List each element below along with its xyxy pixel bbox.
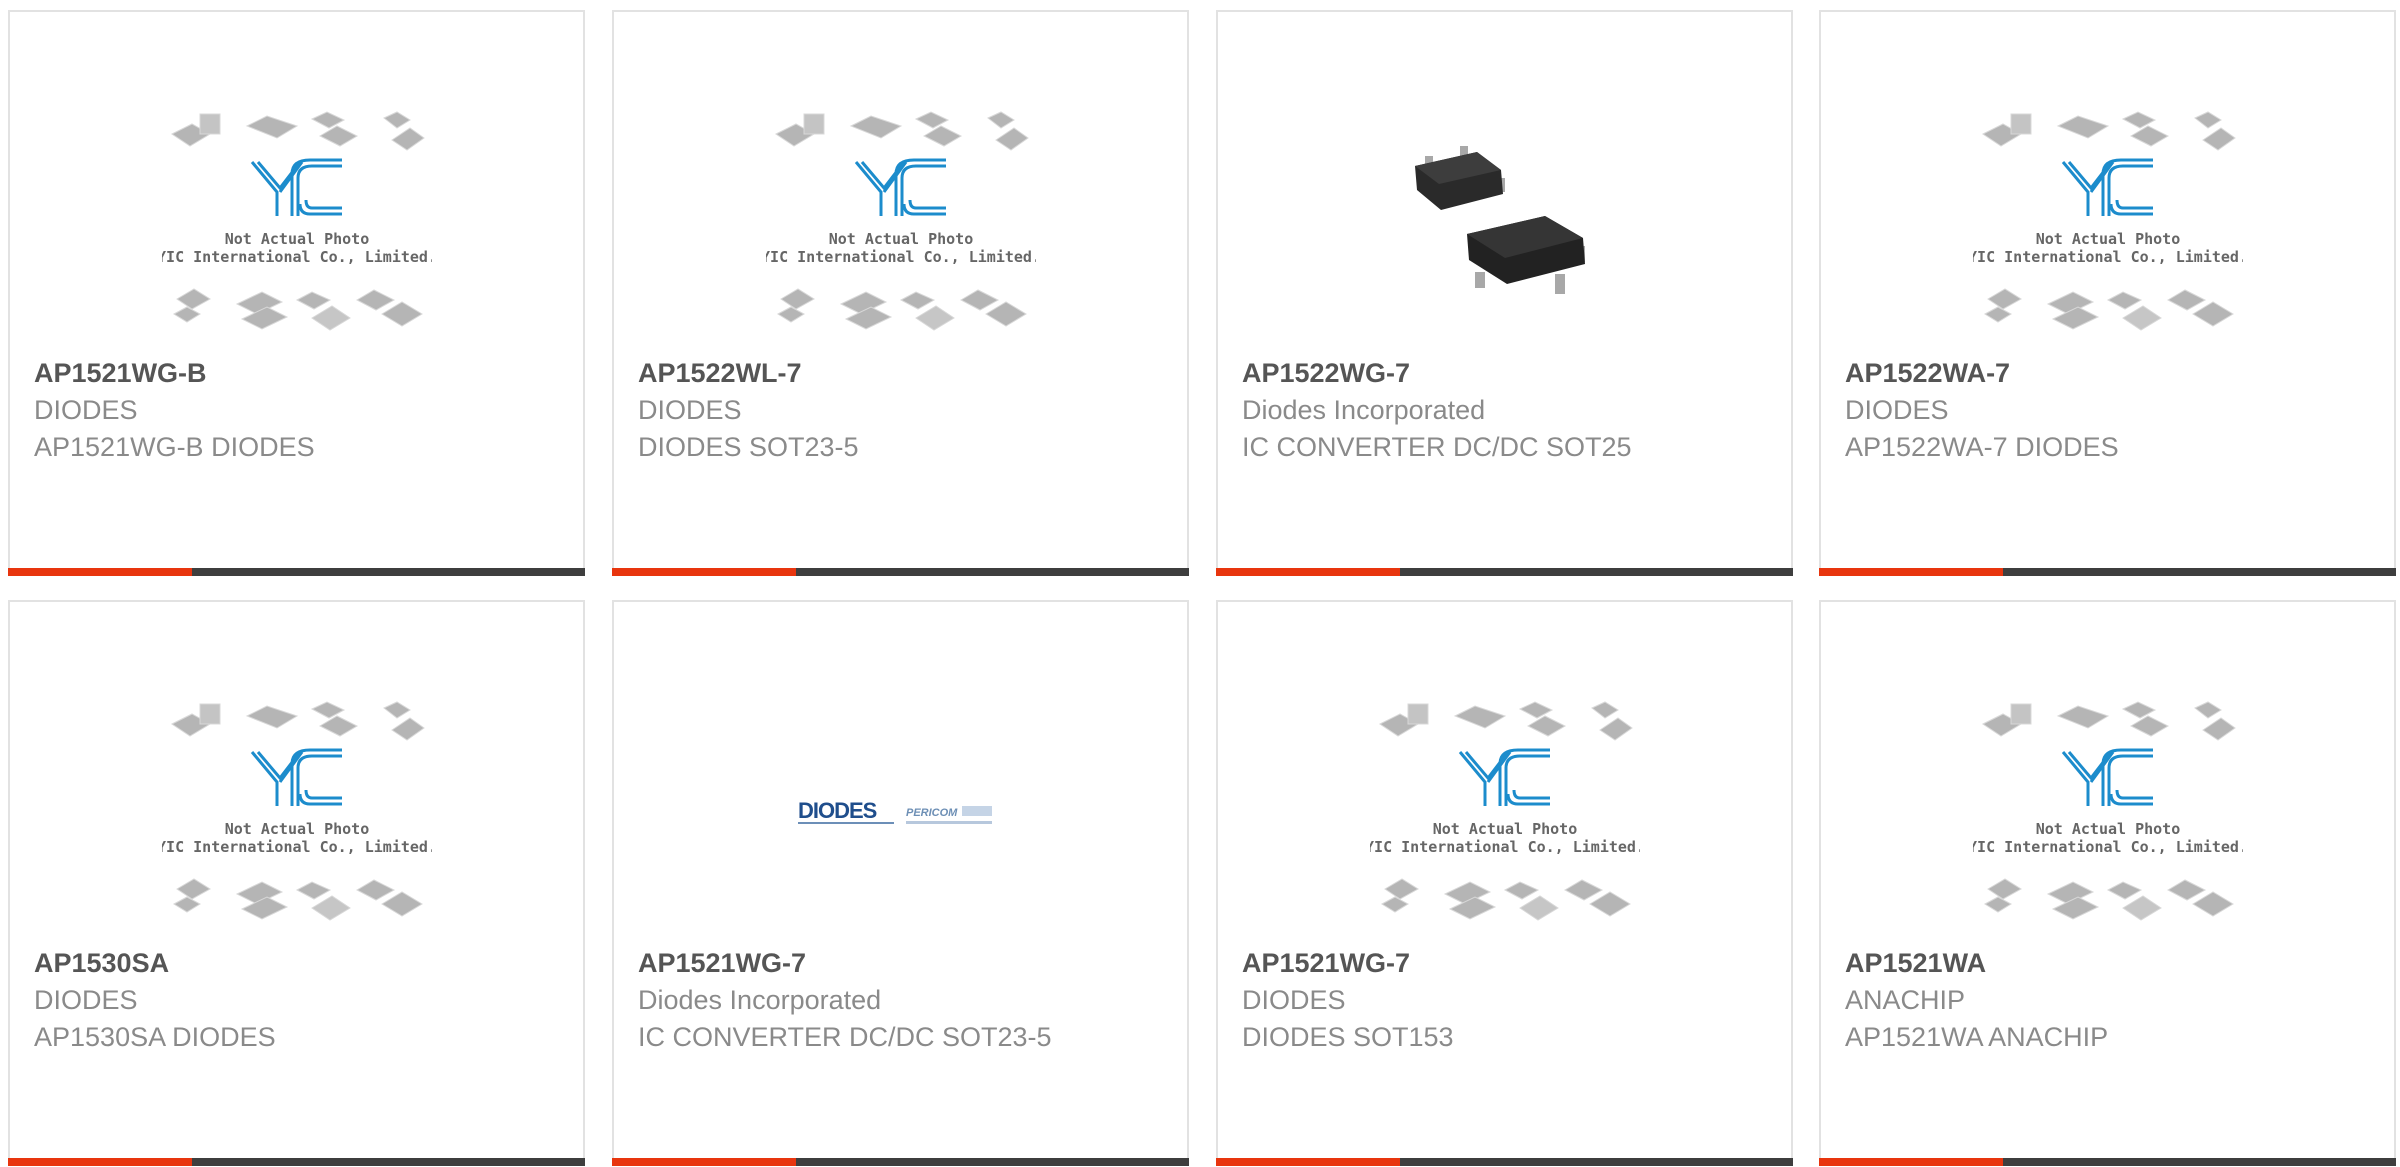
product-info: AP1522WA-7 DIODES AP1522WA-7 DIODES	[1845, 355, 2265, 466]
description: IC CONVERTER DC/DC SOT25	[1242, 432, 1632, 462]
product-card[interactable]: Not Actual Photo YIC International Co., …	[1216, 600, 1793, 1166]
product-info: AP1521WG-7 Diodes Incorporated IC CONVER…	[638, 945, 1058, 1056]
card-footer-bar	[8, 568, 585, 576]
placeholder-line2: YIC International Co., Limited.	[1370, 838, 1640, 856]
placeholder-line2: YIC International Co., Limited.	[162, 838, 432, 856]
placeholder-line2: YIC International Co., Limited.	[1973, 838, 2243, 856]
product-image[interactable]	[1218, 88, 1791, 360]
product-info: AP1521WA ANACHIP AP1521WA ANACHIP	[1845, 945, 2265, 1056]
placeholder-line1: Not Actual Photo	[1432, 820, 1577, 838]
part-number[interactable]: AP1521WG-B	[34, 355, 454, 392]
product-image[interactable]: Not Actual Photo YIC International Co., …	[1821, 88, 2394, 360]
diodes-logo-text: DIODES	[798, 798, 877, 823]
manufacturer: DIODES	[34, 395, 138, 425]
manufacturer: DIODES	[1845, 395, 1949, 425]
part-number[interactable]: AP1522WA-7	[1845, 355, 2265, 392]
card-footer-bar	[1216, 568, 1793, 576]
product-card[interactable]: Not Actual Photo YIC International Co., …	[612, 10, 1189, 576]
placeholder-line1: Not Actual Photo	[224, 820, 369, 838]
description: AP1522WA-7 DIODES	[1845, 432, 2119, 462]
card-footer-accent	[8, 568, 192, 576]
description: AP1521WG-B DIODES	[34, 432, 315, 462]
description: DIODES SOT23-5	[638, 432, 859, 462]
product-info: AP1530SA DIODES AP1530SA DIODES	[34, 945, 454, 1056]
product-card[interactable]: AP1522WG-7 Diodes Incorporated IC CONVER…	[1216, 10, 1793, 576]
product-image[interactable]: Not Actual Photo YIC International Co., …	[1218, 678, 1791, 950]
product-info: AP1521WG-B DIODES AP1521WG-B DIODES	[34, 355, 454, 466]
part-number[interactable]: AP1522WG-7	[1242, 355, 1662, 392]
sot25-package-photo	[1414, 146, 1585, 294]
product-image[interactable]: DIODES PERICOM	[614, 678, 1187, 950]
card-footer-bar	[8, 1158, 585, 1166]
description: IC CONVERTER DC/DC SOT23-5	[638, 1022, 1052, 1052]
placeholder-line2: YIC International Co., Limited.	[766, 248, 1036, 266]
part-number[interactable]: AP1522WL-7	[638, 355, 1058, 392]
product-card[interactable]: Not Actual Photo YIC International Co., …	[1819, 600, 2396, 1166]
part-number[interactable]: AP1521WG-7	[638, 945, 1058, 982]
card-footer-bar	[1216, 1158, 1793, 1166]
placeholder-line1: Not Actual Photo	[2035, 820, 2180, 838]
product-grid: Not Actual Photo YIC International Co., …	[0, 0, 2400, 1167]
manufacturer: Diodes Incorporated	[1242, 395, 1486, 425]
product-image[interactable]: Not Actual Photo YIC International Co., …	[10, 678, 583, 950]
manufacturer: DIODES	[1242, 985, 1346, 1015]
description: DIODES SOT153	[1242, 1022, 1454, 1052]
part-number[interactable]: AP1530SA	[34, 945, 454, 982]
product-image[interactable]: Not Actual Photo YIC International Co., …	[1821, 678, 2394, 950]
placeholder-line2: YIC International Co., Limited.	[162, 248, 432, 266]
placeholder-line2: YIC International Co., Limited.	[1973, 248, 2243, 266]
product-card[interactable]: Not Actual Photo YIC International Co., …	[1819, 10, 2396, 576]
manufacturer: Diodes Incorporated	[638, 985, 882, 1015]
card-footer-accent	[612, 1158, 796, 1166]
product-card[interactable]: DIODES PERICOM AP1521WG-7 Diodes Incorpo…	[612, 600, 1189, 1166]
card-footer-accent	[1819, 568, 2003, 576]
card-footer-bar	[1819, 568, 2396, 576]
card-footer-accent	[1216, 568, 1400, 576]
manufacturer: DIODES	[34, 985, 138, 1015]
card-footer-accent	[1819, 1158, 2003, 1166]
card-footer-accent	[612, 568, 796, 576]
product-info: AP1522WL-7 DIODES DIODES SOT23-5	[638, 355, 1058, 466]
placeholder-line1: Not Actual Photo	[224, 230, 369, 248]
placeholder-line1: Not Actual Photo	[828, 230, 973, 248]
manufacturer: DIODES	[638, 395, 742, 425]
card-footer-bar	[612, 568, 1189, 576]
part-number[interactable]: AP1521WA	[1845, 945, 2265, 982]
part-number[interactable]: AP1521WG-7	[1242, 945, 1662, 982]
manufacturer: ANACHIP	[1845, 985, 1966, 1015]
placeholder-line1: Not Actual Photo	[2035, 230, 2180, 248]
product-card[interactable]: Not Actual Photo YIC International Co., …	[8, 10, 585, 576]
pericom-logo-text: PERICOM	[906, 807, 958, 819]
product-image[interactable]: Not Actual Photo YIC International Co., …	[614, 88, 1187, 360]
product-info: AP1522WG-7 Diodes Incorporated IC CONVER…	[1242, 355, 1662, 466]
description: AP1530SA DIODES	[34, 1022, 276, 1052]
card-footer-bar	[1819, 1158, 2396, 1166]
diodes-pericom-logo: DIODES PERICOM	[797, 798, 992, 824]
product-card[interactable]: Not Actual Photo YIC International Co., …	[8, 600, 585, 1166]
product-info: AP1521WG-7 DIODES DIODES SOT153	[1242, 945, 1662, 1056]
card-footer-accent	[1216, 1158, 1400, 1166]
card-footer-bar	[612, 1158, 1189, 1166]
product-image[interactable]: Not Actual Photo YIC International Co., …	[10, 88, 583, 360]
card-footer-accent	[8, 1158, 192, 1166]
description: AP1521WA ANACHIP	[1845, 1022, 2109, 1052]
